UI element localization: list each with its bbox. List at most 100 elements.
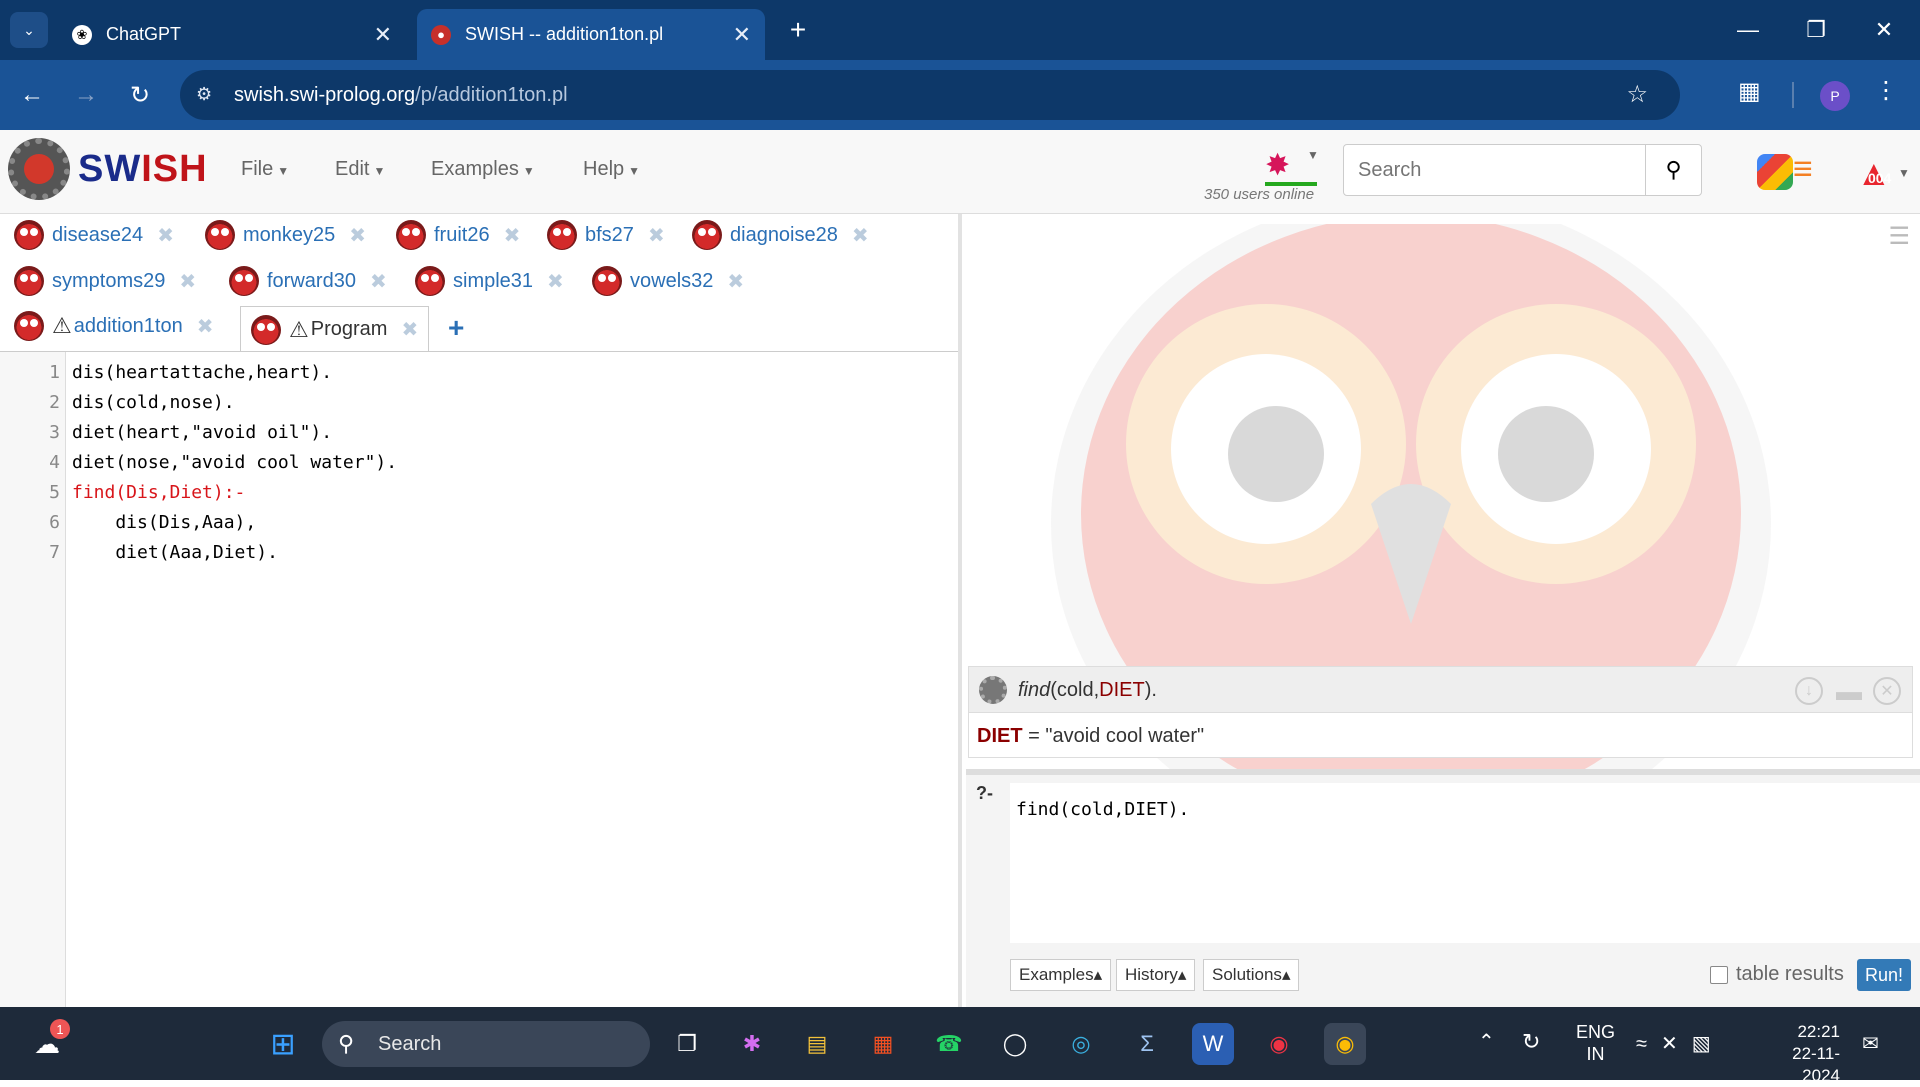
- file-tab-disease24[interactable]: disease24 ✖: [14, 217, 174, 253]
- whatsapp-icon[interactable]: ☎: [928, 1023, 970, 1065]
- query-text[interactable]: find(cold,DIET).: [1016, 799, 1189, 820]
- close-tab-icon[interactable]: ✕: [374, 22, 392, 48]
- close-icon[interactable]: ✖: [370, 269, 387, 294]
- chevron-up-icon[interactable]: ⌃: [1478, 1029, 1495, 1054]
- add-tab-button[interactable]: +: [448, 312, 464, 344]
- swish-app-icon[interactable]: ◉: [1258, 1023, 1300, 1065]
- file-tab-monkey25[interactable]: monkey25 ✖: [205, 217, 366, 253]
- query-editor[interactable]: find(cold,DIET).: [1010, 783, 1920, 943]
- file-tab-simple31[interactable]: simple31 ✖: [415, 263, 564, 299]
- owl-icon: [415, 266, 445, 296]
- menu-edit[interactable]: Edit ▼: [335, 158, 385, 181]
- url-host: swish.swi-prolog.org: [234, 83, 416, 106]
- weather-badge: 1: [50, 1019, 70, 1039]
- tab-search-chevron-icon[interactable]: ⌄: [10, 12, 48, 48]
- browser-menu-icon[interactable]: ⋮: [1874, 76, 1898, 105]
- google-login-icon[interactable]: [1757, 154, 1793, 190]
- close-icon[interactable]: ✕: [1873, 677, 1901, 705]
- run-button[interactable]: Run!: [1857, 959, 1911, 991]
- swish-logo-icon[interactable]: [8, 138, 70, 200]
- close-icon[interactable]: ✖: [504, 223, 521, 248]
- close-icon[interactable]: ✖: [157, 223, 174, 248]
- word-icon[interactable]: W: [1192, 1023, 1234, 1065]
- close-icon[interactable]: ✖: [547, 269, 564, 294]
- profile-avatar[interactable]: P: [1820, 81, 1850, 111]
- code-line[interactable]: find(Dis,Diet):-: [72, 482, 245, 503]
- file-tab-bfs27[interactable]: bfs27 ✖: [547, 217, 665, 253]
- swish-logo-text[interactable]: SWISH: [78, 148, 208, 191]
- swish-header: SWISH File ▼ Edit ▼ Examples ▼ Help ▼ ✸ ▼ 35…: [0, 130, 1920, 214]
- new-tab-button[interactable]: +: [782, 14, 814, 46]
- windows-start-icon[interactable]: ⊞: [262, 1023, 304, 1065]
- back-icon[interactable]: ←: [14, 77, 50, 113]
- file-tab-fruit26[interactable]: fruit26 ✖: [396, 217, 520, 253]
- download-icon[interactable]: ↓: [1795, 677, 1823, 705]
- system-clock[interactable]: 22:21 22-11-2024: [1758, 1021, 1840, 1087]
- chevron-down-icon[interactable]: ▼: [1898, 166, 1910, 180]
- menu-examples[interactable]: Examples ▼: [431, 158, 535, 181]
- taskbar-search[interactable]: ⚲ Search: [322, 1021, 650, 1067]
- minimize-button[interactable]: —: [1728, 10, 1768, 50]
- file-tab-forward30[interactable]: forward30 ✖: [229, 263, 387, 299]
- site-info-icon[interactable]: ⚙: [196, 84, 212, 105]
- close-icon[interactable]: ✖: [179, 269, 196, 294]
- language-indicator[interactable]: ENG IN: [1576, 1021, 1615, 1065]
- file-tab-symptoms29[interactable]: symptoms29 ✖: [14, 263, 196, 299]
- extensions-icon[interactable]: ▦: [1738, 77, 1761, 106]
- menu-file[interactable]: File ▼: [241, 158, 289, 181]
- edge-icon[interactable]: ◎: [1060, 1023, 1102, 1065]
- examples-button[interactable]: Examples ▴: [1010, 959, 1112, 991]
- code-line[interactable]: diet(nose,"avoid cool water").: [72, 452, 397, 473]
- code-line[interactable]: dis(cold,nose).: [72, 392, 235, 413]
- browser-tab-chatgpt[interactable]: ❀ ChatGPT ✕: [58, 9, 406, 60]
- stackoverflow-icon[interactable]: ≡: [1793, 150, 1813, 189]
- close-icon[interactable]: ✖: [349, 223, 366, 248]
- chevron-down-icon[interactable]: ▼: [1307, 148, 1319, 162]
- restore-button[interactable]: ❐: [1796, 10, 1836, 50]
- reload-icon[interactable]: ↻: [122, 77, 158, 113]
- notifications-icon[interactable]: ✉: [1862, 1031, 1879, 1056]
- minimize-icon[interactable]: ▬: [1835, 676, 1863, 706]
- close-icon[interactable]: ✖: [648, 223, 665, 248]
- file-tab-addition1ton[interactable]: ⚠ addition1ton ✖: [14, 308, 213, 344]
- close-icon[interactable]: ✖: [401, 317, 418, 342]
- close-tab-icon[interactable]: ✕: [733, 22, 751, 48]
- task-view-icon[interactable]: ❐: [666, 1023, 708, 1065]
- calculator-icon[interactable]: Σ: [1126, 1023, 1168, 1065]
- file-explorer-icon[interactable]: ▤: [796, 1023, 838, 1065]
- line-number: 5: [49, 482, 60, 503]
- url-path: /p/addition1ton.pl: [415, 83, 568, 106]
- history-button[interactable]: History ▴: [1116, 959, 1196, 991]
- search-button[interactable]: ⚲: [1645, 144, 1702, 196]
- forward-icon[interactable]: →: [68, 77, 104, 113]
- chrome-icon[interactable]: ◉: [1324, 1023, 1366, 1065]
- code-line[interactable]: dis(Dis,Aaa),: [72, 512, 256, 533]
- close-icon[interactable]: ✖: [727, 269, 744, 294]
- user-avatar-icon[interactable]: ✸: [1265, 148, 1290, 183]
- copilot-icon[interactable]: ✱: [731, 1023, 773, 1065]
- sync-icon[interactable]: ↻: [1522, 1029, 1540, 1055]
- dell-icon[interactable]: ◯: [994, 1023, 1036, 1065]
- file-tab-diagnoise28[interactable]: diagnoise28 ✖: [692, 217, 869, 253]
- code-line[interactable]: dis(heartattache,heart).: [72, 362, 332, 383]
- code-line[interactable]: diet(Aaa,Diet).: [72, 542, 278, 563]
- address-bar[interactable]: ⚙ swish.swi-prolog.org/p/addition1ton.pl…: [180, 70, 1680, 120]
- search-input[interactable]: [1343, 144, 1646, 196]
- bookmark-star-icon[interactable]: ☆: [1626, 80, 1648, 109]
- warning-icon: ⚠: [289, 316, 309, 342]
- system-tray-icons[interactable]: ≈✕▧: [1636, 1031, 1725, 1056]
- browser-tab-swish[interactable]: ● SWISH -- addition1ton.pl ✕: [417, 9, 765, 60]
- code-line[interactable]: diet(heart,"avoid oil").: [72, 422, 332, 443]
- close-icon[interactable]: ✖: [852, 223, 869, 248]
- file-tab-program[interactable]: ⚠ Program ✖: [240, 306, 430, 352]
- close-icon[interactable]: ✖: [197, 314, 214, 339]
- line-number: 7: [49, 542, 60, 563]
- hamburger-menu-icon[interactable]: ☰: [1888, 222, 1910, 251]
- microsoft-store-icon[interactable]: ▦: [862, 1023, 904, 1065]
- file-tab-vowels32[interactable]: vowels32 ✖: [592, 263, 744, 299]
- solutions-button[interactable]: Solutions ▴: [1203, 959, 1300, 991]
- close-window-button[interactable]: ✕: [1864, 10, 1904, 50]
- table-results-checkbox[interactable]: table results: [1710, 963, 1844, 986]
- menu-help[interactable]: Help ▼: [583, 158, 640, 181]
- owl-icon: [251, 314, 281, 345]
